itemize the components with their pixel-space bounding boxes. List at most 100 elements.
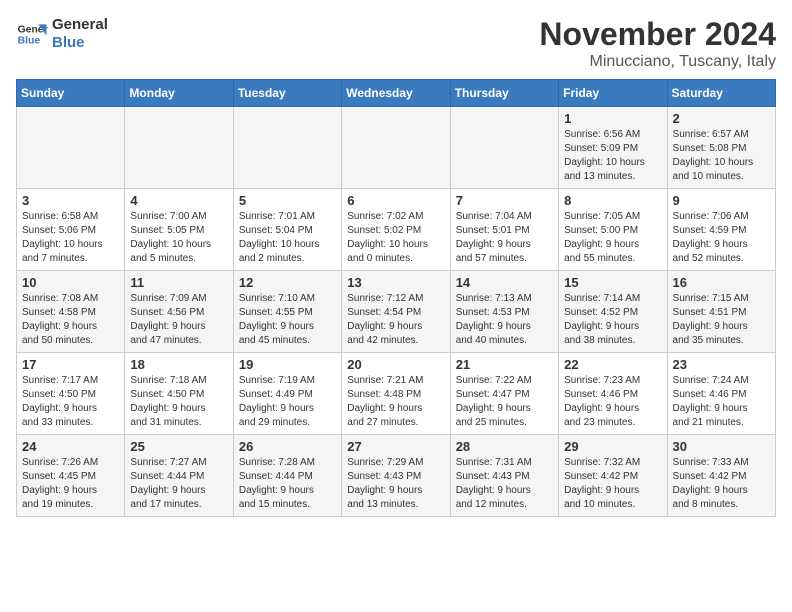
day-number: 14 — [456, 275, 553, 290]
month-title: November 2024 — [539, 16, 776, 53]
day-number: 21 — [456, 357, 553, 372]
day-number: 10 — [22, 275, 119, 290]
day-number: 27 — [347, 439, 444, 454]
day-info: Sunrise: 7:32 AM Sunset: 4:42 PM Dayligh… — [564, 456, 661, 512]
calendar-table: SundayMondayTuesdayWednesdayThursdayFrid… — [16, 79, 776, 517]
logo-line2: Blue — [52, 34, 108, 52]
calendar-cell: 16Sunrise: 7:15 AM Sunset: 4:51 PM Dayli… — [667, 271, 775, 353]
day-number: 26 — [239, 439, 336, 454]
day-info: Sunrise: 7:19 AM Sunset: 4:49 PM Dayligh… — [239, 374, 336, 430]
day-number: 19 — [239, 357, 336, 372]
day-info: Sunrise: 7:26 AM Sunset: 4:45 PM Dayligh… — [22, 456, 119, 512]
calendar-cell: 11 Sunrise: 7:09 AM Sunset: 4:56 PM Dayli… — [125, 271, 233, 353]
logo-line1: General — [52, 16, 108, 34]
day-number: 15 — [564, 275, 661, 290]
calendar-cell: 22 Sunrise: 7:23 AM Sunset: 4:46 PM Dayli… — [559, 353, 667, 435]
day-info: Sunrise: 7:14 AM Sunset: 4:52 PM Dayligh… — [564, 292, 661, 348]
day-number: 17 — [22, 357, 119, 372]
day-number: 24 — [22, 439, 119, 454]
calendar-week-3: 17 Sunrise: 7:17 AM Sunset: 4:50 PM Dayli… — [17, 353, 776, 435]
weekday-header-saturday: Saturday — [667, 80, 775, 107]
header-area: General Blue General Blue November 2024 … — [16, 16, 776, 71]
calendar-cell — [233, 107, 341, 189]
day-number: 20 — [347, 357, 444, 372]
day-number: 7 — [456, 193, 553, 208]
day-number: 5 — [239, 193, 336, 208]
day-number: 13 — [347, 275, 444, 290]
day-number: 11 — [130, 275, 227, 290]
calendar-cell: 14 Sunrise: 7:13 AM Sunset: 4:53 PM Dayli… — [450, 271, 558, 353]
day-info: Sunrise: 6:56 AM Sunset: 5:09 PM Dayligh… — [564, 128, 661, 184]
day-info: Sunrise: 6:57 AM Sunset: 5:08 PM Dayligh… — [673, 128, 770, 184]
day-number: 4 — [130, 193, 227, 208]
calendar-header: SundayMondayTuesdayWednesdayThursdayFrid… — [17, 80, 776, 107]
day-info: Sunrise: 7:24 AM Sunset: 4:46 PM Dayligh… — [673, 374, 770, 430]
day-info: Sunrise: 7:17 AM Sunset: 4:50 PM Dayligh… — [22, 374, 119, 430]
day-number: 8 — [564, 193, 661, 208]
calendar-cell — [125, 107, 233, 189]
calendar-cell — [342, 107, 450, 189]
day-info: Sunrise: 7:13 AM Sunset: 4:53 PM Dayligh… — [456, 292, 553, 348]
day-info: Sunrise: 7:02 AM Sunset: 5:02 PM Dayligh… — [347, 210, 444, 266]
calendar-body: 1 Sunrise: 6:56 AM Sunset: 5:09 PM Daylig… — [17, 107, 776, 517]
day-number: 1 — [564, 111, 661, 126]
weekday-header-tuesday: Tuesday — [233, 80, 341, 107]
calendar-cell: 15 Sunrise: 7:14 AM Sunset: 4:52 PM Dayli… — [559, 271, 667, 353]
calendar-cell: 3 Sunrise: 6:58 AM Sunset: 5:06 PM Daylig… — [17, 189, 125, 271]
day-number: 6 — [347, 193, 444, 208]
calendar-cell: 1 Sunrise: 6:56 AM Sunset: 5:09 PM Daylig… — [559, 107, 667, 189]
location-title: Minucciano, Tuscany, Italy — [539, 53, 776, 71]
day-info: Sunrise: 7:18 AM Sunset: 4:50 PM Dayligh… — [130, 374, 227, 430]
calendar-week-1: 3 Sunrise: 6:58 AM Sunset: 5:06 PM Daylig… — [17, 189, 776, 271]
day-info: Sunrise: 7:00 AM Sunset: 5:05 PM Dayligh… — [130, 210, 227, 266]
calendar-cell: 26 Sunrise: 7:28 AM Sunset: 4:44 PM Dayli… — [233, 435, 341, 517]
calendar-cell: 5 Sunrise: 7:01 AM Sunset: 5:04 PM Daylig… — [233, 189, 341, 271]
calendar-cell: 6 Sunrise: 7:02 AM Sunset: 5:02 PM Daylig… — [342, 189, 450, 271]
calendar-cell: 23Sunrise: 7:24 AM Sunset: 4:46 PM Dayli… — [667, 353, 775, 435]
calendar-cell: 21 Sunrise: 7:22 AM Sunset: 4:47 PM Dayli… — [450, 353, 558, 435]
day-info: Sunrise: 7:22 AM Sunset: 4:47 PM Dayligh… — [456, 374, 553, 430]
day-number: 2 — [673, 111, 770, 126]
title-area: November 2024 Minucciano, Tuscany, Italy — [539, 16, 776, 71]
calendar-cell: 29 Sunrise: 7:32 AM Sunset: 4:42 PM Dayli… — [559, 435, 667, 517]
weekday-header-friday: Friday — [559, 80, 667, 107]
day-info: Sunrise: 7:01 AM Sunset: 5:04 PM Dayligh… — [239, 210, 336, 266]
day-info: Sunrise: 7:23 AM Sunset: 4:46 PM Dayligh… — [564, 374, 661, 430]
day-info: Sunrise: 7:28 AM Sunset: 4:44 PM Dayligh… — [239, 456, 336, 512]
calendar-cell: 17 Sunrise: 7:17 AM Sunset: 4:50 PM Dayli… — [17, 353, 125, 435]
day-info: Sunrise: 7:33 AM Sunset: 4:42 PM Dayligh… — [673, 456, 770, 512]
day-info: Sunrise: 7:08 AM Sunset: 4:58 PM Dayligh… — [22, 292, 119, 348]
svg-text:Blue: Blue — [18, 36, 41, 47]
weekday-header-sunday: Sunday — [17, 80, 125, 107]
calendar-cell: 9Sunrise: 7:06 AM Sunset: 4:59 PM Daylig… — [667, 189, 775, 271]
day-info: Sunrise: 7:12 AM Sunset: 4:54 PM Dayligh… — [347, 292, 444, 348]
calendar-cell: 8 Sunrise: 7:05 AM Sunset: 5:00 PM Daylig… — [559, 189, 667, 271]
weekday-header-monday: Monday — [125, 80, 233, 107]
day-number: 12 — [239, 275, 336, 290]
day-number: 22 — [564, 357, 661, 372]
weekday-row: SundayMondayTuesdayWednesdayThursdayFrid… — [17, 80, 776, 107]
day-info: Sunrise: 7:04 AM Sunset: 5:01 PM Dayligh… — [456, 210, 553, 266]
day-info: Sunrise: 7:29 AM Sunset: 4:43 PM Dayligh… — [347, 456, 444, 512]
calendar-cell: 28Sunrise: 7:31 AM Sunset: 4:43 PM Dayli… — [450, 435, 558, 517]
calendar-cell: 7 Sunrise: 7:04 AM Sunset: 5:01 PM Daylig… — [450, 189, 558, 271]
day-info: Sunrise: 7:21 AM Sunset: 4:48 PM Dayligh… — [347, 374, 444, 430]
calendar-cell: 27 Sunrise: 7:29 AM Sunset: 4:43 PM Dayli… — [342, 435, 450, 517]
day-number: 18 — [130, 357, 227, 372]
calendar-cell: 24 Sunrise: 7:26 AM Sunset: 4:45 PM Dayli… — [17, 435, 125, 517]
calendar-cell — [17, 107, 125, 189]
day-info: Sunrise: 7:09 AM Sunset: 4:56 PM Dayligh… — [130, 292, 227, 348]
day-info: Sunrise: 7:06 AM Sunset: 4:59 PM Dayligh… — [673, 210, 770, 266]
calendar-cell: 19 Sunrise: 7:19 AM Sunset: 4:49 PM Dayli… — [233, 353, 341, 435]
day-number: 29 — [564, 439, 661, 454]
calendar-cell: 18 Sunrise: 7:18 AM Sunset: 4:50 PM Dayli… — [125, 353, 233, 435]
calendar-cell: 30Sunrise: 7:33 AM Sunset: 4:42 PM Dayli… — [667, 435, 775, 517]
calendar-cell: 25Sunrise: 7:27 AM Sunset: 4:44 PM Dayli… — [125, 435, 233, 517]
day-info: Sunrise: 7:05 AM Sunset: 5:00 PM Dayligh… — [564, 210, 661, 266]
calendar-cell: 2 Sunrise: 6:57 AM Sunset: 5:08 PM Daylig… — [667, 107, 775, 189]
calendar-cell: 10 Sunrise: 7:08 AM Sunset: 4:58 PM Dayli… — [17, 271, 125, 353]
calendar-cell: 20 Sunrise: 7:21 AM Sunset: 4:48 PM Dayli… — [342, 353, 450, 435]
day-info: Sunrise: 6:58 AM Sunset: 5:06 PM Dayligh… — [22, 210, 119, 266]
day-number: 3 — [22, 193, 119, 208]
calendar-cell: 4 Sunrise: 7:00 AM Sunset: 5:05 PM Daylig… — [125, 189, 233, 271]
